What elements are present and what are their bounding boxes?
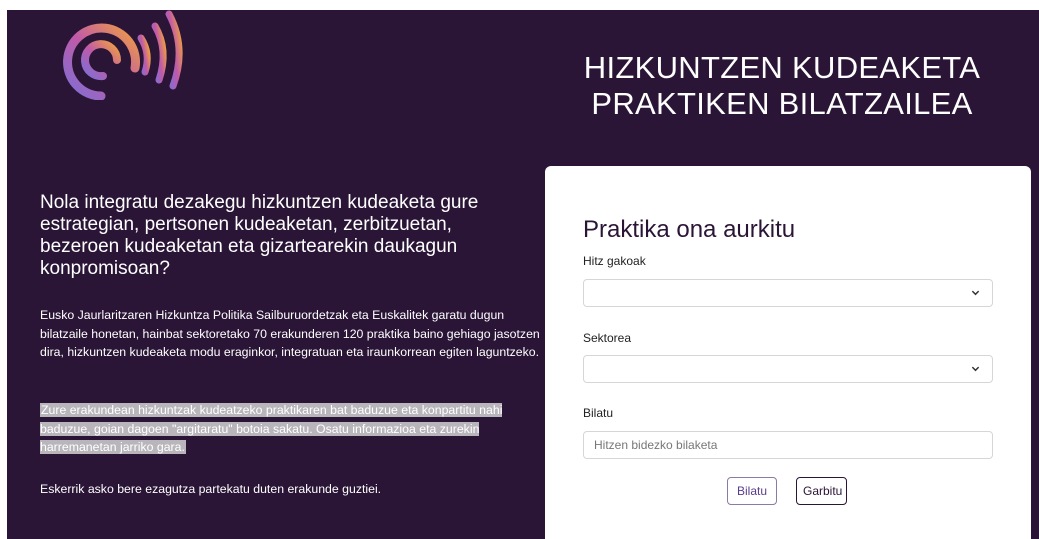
keywords-label: Hitz gakoak <box>583 254 646 268</box>
euskalit-logo-icon <box>63 10 183 100</box>
search-button[interactable]: Bilatu <box>727 477 777 505</box>
search-card-title: Praktika ona aurkitu <box>583 216 796 243</box>
highlighted-text: Zure erakundean hizkuntzak kudeatzeko pr… <box>40 403 503 454</box>
clear-button[interactable]: Garbitu <box>796 477 847 505</box>
page-title-line1: HIZKUNTZEN KUDEAKETA <box>583 50 981 85</box>
search-card: Praktika ona aurkitu Hitz gakoak Sektore… <box>545 166 1031 539</box>
intro-paragraph-2: Zure erakundean hizkuntzak kudeatzeko pr… <box>40 401 540 457</box>
sector-select[interactable] <box>583 355 993 383</box>
chevron-down-icon <box>971 290 980 296</box>
page-title-line2: PRAKTIKEN BILATZAILEA <box>591 86 973 121</box>
keywords-select[interactable] <box>583 279 993 307</box>
sector-label: Sektorea <box>583 331 632 345</box>
search-label: Bilatu <box>583 406 614 420</box>
intro-question: Nola integratu dezakegu hizkuntzen kudea… <box>40 192 479 279</box>
intro-paragraph-3: Eskerrik asko bere ezagutza partekatu du… <box>40 482 382 496</box>
intro-paragraph-1: Eusko Jaurlaritzaren Hizkuntza Politika … <box>40 308 540 359</box>
page-title: HIZKUNTZEN KUDEAKETA PRAKTIKEN BILATZAIL… <box>567 50 997 122</box>
hero-section: HIZKUNTZEN KUDEAKETA PRAKTIKEN BILATZAIL… <box>7 10 1039 539</box>
search-input[interactable] <box>583 431 993 459</box>
chevron-down-icon <box>971 366 980 372</box>
